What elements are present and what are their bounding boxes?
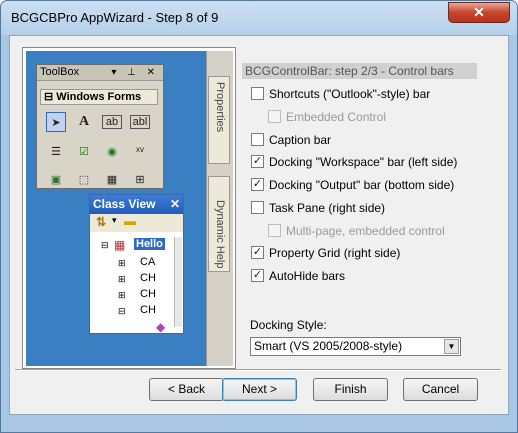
task-pane-label: Task Pane (right side) (269, 201, 386, 215)
next-button[interactable]: Next > (222, 378, 297, 401)
output-bar-label: Docking "Output" bar (bottom side) (269, 178, 455, 192)
toolbox-group-label: Windows Forms (56, 91, 142, 103)
pointer-tool-icon: ➤ (46, 112, 66, 132)
radio-tool-icon: ◉ (107, 146, 117, 158)
close-button[interactable]: ✕ (448, 2, 510, 23)
finish-button[interactable]: Finish (313, 378, 388, 401)
autohide-bars-checkbox[interactable]: ✓ (251, 269, 264, 282)
property-grid-checkbox[interactable]: ✓ (251, 246, 264, 259)
toolbox-title-text: ToolBox (40, 66, 80, 78)
tree-collapse-icon: ⊟ (118, 306, 126, 316)
class-view-root: Hello (134, 238, 165, 250)
task-pane-checkbox[interactable] (251, 201, 264, 214)
solution-icon: ▦ (114, 238, 126, 252)
title-bar: BCGCBPro AppWizard - Step 8 of 9 ✕ (1, 1, 517, 35)
shortcuts-bar-label: Shortcuts ("Outlook"-style) bar (269, 87, 431, 101)
properties-tab-label: Properties (214, 82, 226, 133)
toolbox-title: ToolBox ▾ ⊥ ✕ (37, 65, 163, 81)
cancel-button[interactable]: Cancel (403, 378, 478, 401)
class-view-title-text: Class View (93, 197, 156, 211)
collapse-icon: ⊟ (44, 91, 54, 103)
chevron-down-icon[interactable]: ▼ (444, 339, 459, 354)
dynamic-help-tab-label: Dynamic Help (214, 200, 226, 269)
class-view-item: CH (140, 272, 156, 284)
multi-page-checkbox[interactable] (268, 224, 281, 237)
table-tool-icon: ⊞ (135, 174, 145, 186)
tree-expand-icon: ⊞ (118, 258, 126, 268)
class-view-item: CA (140, 256, 156, 268)
back-button[interactable]: < Back (149, 378, 224, 401)
docking-style-label: Docking Style: (250, 318, 327, 332)
class-view-toolbar: ⇅ ▾ ▬ (90, 214, 183, 232)
button-separator (15, 369, 501, 371)
workspace-bar-label: Docking "Workspace" bar (left side) (269, 155, 458, 169)
method-icon: ◆ (156, 320, 166, 334)
tree-expand-icon: ⊞ (118, 290, 126, 300)
checkbox-tool-icon: ☑ (79, 146, 89, 158)
autohide-bars-label: AutoHide bars (269, 269, 346, 283)
docking-style-value: Smart (VS 2005/2008-style) (254, 339, 403, 353)
window-title: BCGCBPro AppWizard - Step 8 of 9 (11, 10, 219, 25)
tree-expand-icon: ⊞ (118, 274, 126, 284)
textbox-tool-icon: abl (130, 115, 150, 129)
output-bar-checkbox[interactable]: ✓ (251, 178, 264, 191)
step-header: BCGControlBar: step 2/3 - Control bars (242, 63, 477, 79)
grid-tool-icon: ▦ (106, 174, 118, 186)
embedded-control-label: Embedded Control (286, 110, 387, 124)
label-tool-icon: A (78, 114, 90, 129)
sort-icon: ⇅ (96, 215, 107, 229)
folder-icon: ▬ (124, 214, 136, 228)
listbox-tool-icon: ☰ (51, 146, 61, 158)
class-view-item: CH (140, 288, 156, 300)
tree-collapse-icon: ⊟ (101, 240, 109, 250)
embedded-control-checkbox[interactable] (268, 110, 281, 123)
docking-style-select[interactable]: Smart (VS 2005/2008-style) ▼ (250, 337, 461, 356)
multi-page-label: Multi-page, embedded control (286, 224, 445, 238)
caption-bar-checkbox[interactable] (251, 133, 264, 146)
class-view-close-icon: ✕ (169, 197, 180, 211)
panel-tool-icon: ⬚ (78, 174, 90, 186)
workspace-bar-checkbox[interactable]: ✓ (251, 155, 264, 168)
combo-tool-icon: xv (136, 145, 144, 154)
class-view-item: CH (140, 304, 156, 316)
toolbox-title-icons: ▾ ⊥ ✕ (111, 67, 159, 78)
class-view-panel: Class View ✕ ⇅ ▾ ▬ (89, 194, 184, 334)
picture-tool-icon: ▣ (50, 174, 62, 186)
shortcuts-bar-checkbox[interactable] (251, 87, 264, 100)
toolbox-group-header: ⊟ Windows Forms (40, 89, 158, 105)
class-view-title: Class View ✕ (90, 195, 183, 214)
caption-bar-label: Caption bar (269, 133, 332, 147)
property-grid-label: Property Grid (right side) (269, 246, 401, 260)
button-tool-icon: ab (102, 115, 122, 129)
dropdown-small-icon: ▾ (112, 215, 117, 225)
class-view-scrollbar (174, 237, 182, 327)
